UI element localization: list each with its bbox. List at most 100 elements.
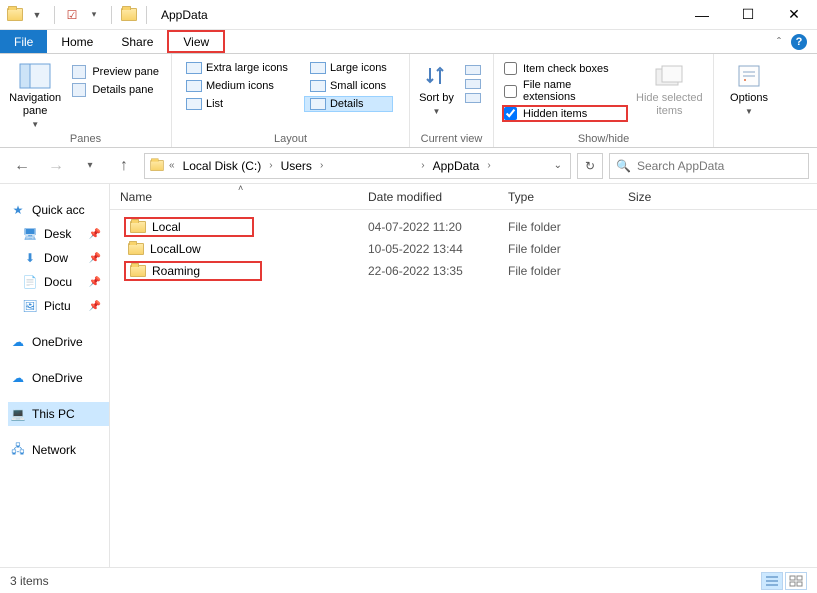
- layout-details[interactable]: Details: [304, 96, 393, 112]
- navigation-pane: ★Quick acc 🖥Desk📌 ⬇Dow📌 📄Docu📌 🖼Pictu📌 ☁…: [0, 184, 110, 567]
- search-box[interactable]: 🔍 Search AppData: [609, 153, 809, 179]
- add-columns-button[interactable]: [461, 78, 485, 90]
- pin-icon: 📌: [89, 277, 101, 288]
- layout-list[interactable]: List: [180, 96, 294, 112]
- file-name-extensions[interactable]: File name extensions: [502, 77, 628, 105]
- sort-by-label: Sort by: [419, 92, 454, 105]
- nav-documents[interactable]: 📄Docu📌: [8, 270, 109, 294]
- view-details-button[interactable]: [761, 572, 783, 590]
- qat-properties-icon[interactable]: ☑: [63, 4, 81, 26]
- help-icon[interactable]: ?: [791, 34, 807, 50]
- title-folder-icon: [120, 4, 138, 26]
- main-area: ★Quick acc 🖥Desk📌 ⬇Dow📌 📄Docu📌 🖼Pictu📌 ☁…: [0, 184, 817, 567]
- nav-onedrive-1[interactable]: ☁OneDrive: [8, 330, 109, 354]
- nav-desktop[interactable]: 🖥Desk📌: [8, 222, 109, 246]
- col-size[interactable]: Size: [628, 190, 817, 204]
- size-columns-button[interactable]: [461, 92, 485, 104]
- status-bar: 3 items: [0, 567, 817, 593]
- currentview-caption: Current view: [418, 131, 485, 145]
- tab-view[interactable]: View: [167, 30, 225, 53]
- folder-icon: [128, 243, 144, 255]
- row-date: 22-06-2022 13:35: [368, 264, 508, 278]
- row-type: File folder: [508, 242, 628, 256]
- ribbon-tabs: File Home Share View ˆ ?: [0, 30, 817, 54]
- options-label: Options: [730, 92, 768, 105]
- navigation-pane-label: Navigation pane: [8, 92, 62, 118]
- details-pane-button[interactable]: Details pane: [68, 82, 163, 98]
- file-pane: Name˄ Date modified Type Size Local 04-07…: [110, 184, 817, 567]
- layout-caption: Layout: [180, 131, 401, 145]
- hide-selected-items-button: Hide selected items: [634, 58, 705, 118]
- app-folder-icon: [6, 4, 24, 26]
- row-date: 04-07-2022 11:20: [368, 220, 508, 234]
- maximize-button[interactable]: ☐: [725, 0, 771, 30]
- panes-caption: Panes: [8, 131, 163, 145]
- address-dropdown-icon[interactable]: ⌄: [554, 160, 566, 171]
- pin-icon: 📌: [89, 253, 101, 264]
- status-item-count: 3 items: [10, 574, 49, 588]
- col-type[interactable]: Type: [508, 190, 628, 204]
- group-by-button[interactable]: [461, 64, 485, 76]
- up-button[interactable]: ↑: [110, 152, 138, 180]
- row-name: Local: [152, 220, 181, 234]
- close-button[interactable]: ✕: [771, 0, 817, 30]
- layout-small[interactable]: Small icons: [304, 78, 393, 94]
- window-title: AppData: [157, 8, 208, 22]
- nav-downloads[interactable]: ⬇Dow📌: [8, 246, 109, 270]
- table-row[interactable]: Local 04-07-2022 11:20File folder: [110, 216, 817, 238]
- refresh-button[interactable]: ↻: [577, 153, 603, 179]
- row-name: LocalLow: [150, 242, 201, 256]
- ribbon: Navigation pane ▼ Preview pane Details p…: [0, 54, 817, 148]
- sort-by-button[interactable]: Sort by ▼: [418, 58, 455, 117]
- row-name: Roaming: [152, 264, 200, 278]
- crumb-appdata[interactable]: AppData: [429, 159, 484, 173]
- layout-extralarge[interactable]: Extra large icons: [180, 60, 294, 76]
- address-row: ← → ▾ ↑ « Local Disk (C:)› Users› › AppD…: [0, 148, 817, 184]
- nav-network[interactable]: 🖧Network: [8, 438, 109, 462]
- nav-quick-access[interactable]: ★Quick acc: [8, 198, 109, 222]
- address-bar[interactable]: « Local Disk (C:)› Users› › AppData› ⌄: [144, 153, 571, 179]
- forward-button[interactable]: →: [42, 152, 70, 180]
- hide-selected-label: Hide selected items: [634, 92, 705, 118]
- nav-pictures[interactable]: 🖼Pictu📌: [8, 294, 109, 318]
- column-headers: Name˄ Date modified Type Size: [110, 184, 817, 210]
- table-row[interactable]: Roaming 22-06-2022 13:35File folder: [110, 260, 817, 282]
- hidden-items[interactable]: Hidden items: [502, 105, 628, 122]
- view-large-button[interactable]: [785, 572, 807, 590]
- navigation-pane-button[interactable]: Navigation pane ▼: [8, 58, 62, 130]
- folder-icon: [130, 221, 146, 233]
- showhide-caption: Show/hide: [502, 131, 705, 145]
- search-icon: 🔍: [616, 159, 631, 173]
- col-date[interactable]: Date modified: [368, 190, 508, 204]
- nav-this-pc[interactable]: 💻This PC: [8, 402, 109, 426]
- table-row[interactable]: LocalLow 10-05-2022 13:44File folder: [110, 238, 817, 260]
- search-placeholder: Search AppData: [637, 159, 724, 173]
- row-date: 10-05-2022 13:44: [368, 242, 508, 256]
- ribbon-collapse-icon[interactable]: ˆ: [777, 35, 781, 49]
- minimize-button[interactable]: —: [679, 0, 725, 30]
- layout-medium[interactable]: Medium icons: [180, 78, 294, 94]
- quick-access-toolbar: ▼ ☑ ▾: [0, 4, 157, 26]
- nav-onedrive-2[interactable]: ☁OneDrive: [8, 366, 109, 390]
- address-folder-icon: [150, 160, 164, 171]
- row-type: File folder: [508, 264, 628, 278]
- preview-pane-button[interactable]: Preview pane: [68, 64, 163, 80]
- tab-home[interactable]: Home: [47, 30, 107, 53]
- col-name[interactable]: Name˄: [110, 190, 368, 204]
- crumb-localdisk[interactable]: Local Disk (C:): [179, 159, 266, 173]
- row-type: File folder: [508, 220, 628, 234]
- title-bar: ▼ ☑ ▾ AppData — ☐ ✕: [0, 0, 817, 30]
- qat-dropdown-icon[interactable]: ▼: [28, 4, 46, 26]
- options-button[interactable]: Options ▼: [722, 58, 776, 117]
- tab-file[interactable]: File: [0, 30, 47, 53]
- crumb-users[interactable]: Users: [277, 159, 316, 173]
- qat-dropdown2-icon[interactable]: ▾: [85, 4, 103, 26]
- layout-large[interactable]: Large icons: [304, 60, 393, 76]
- breadcrumb-prefix[interactable]: «: [167, 160, 177, 171]
- recent-locations-button[interactable]: ▾: [76, 152, 104, 180]
- folder-icon: [130, 265, 146, 277]
- tab-share[interactable]: Share: [107, 30, 167, 53]
- item-check-boxes[interactable]: Item check boxes: [502, 60, 628, 77]
- back-button[interactable]: ←: [8, 152, 36, 180]
- pin-icon: 📌: [89, 229, 101, 240]
